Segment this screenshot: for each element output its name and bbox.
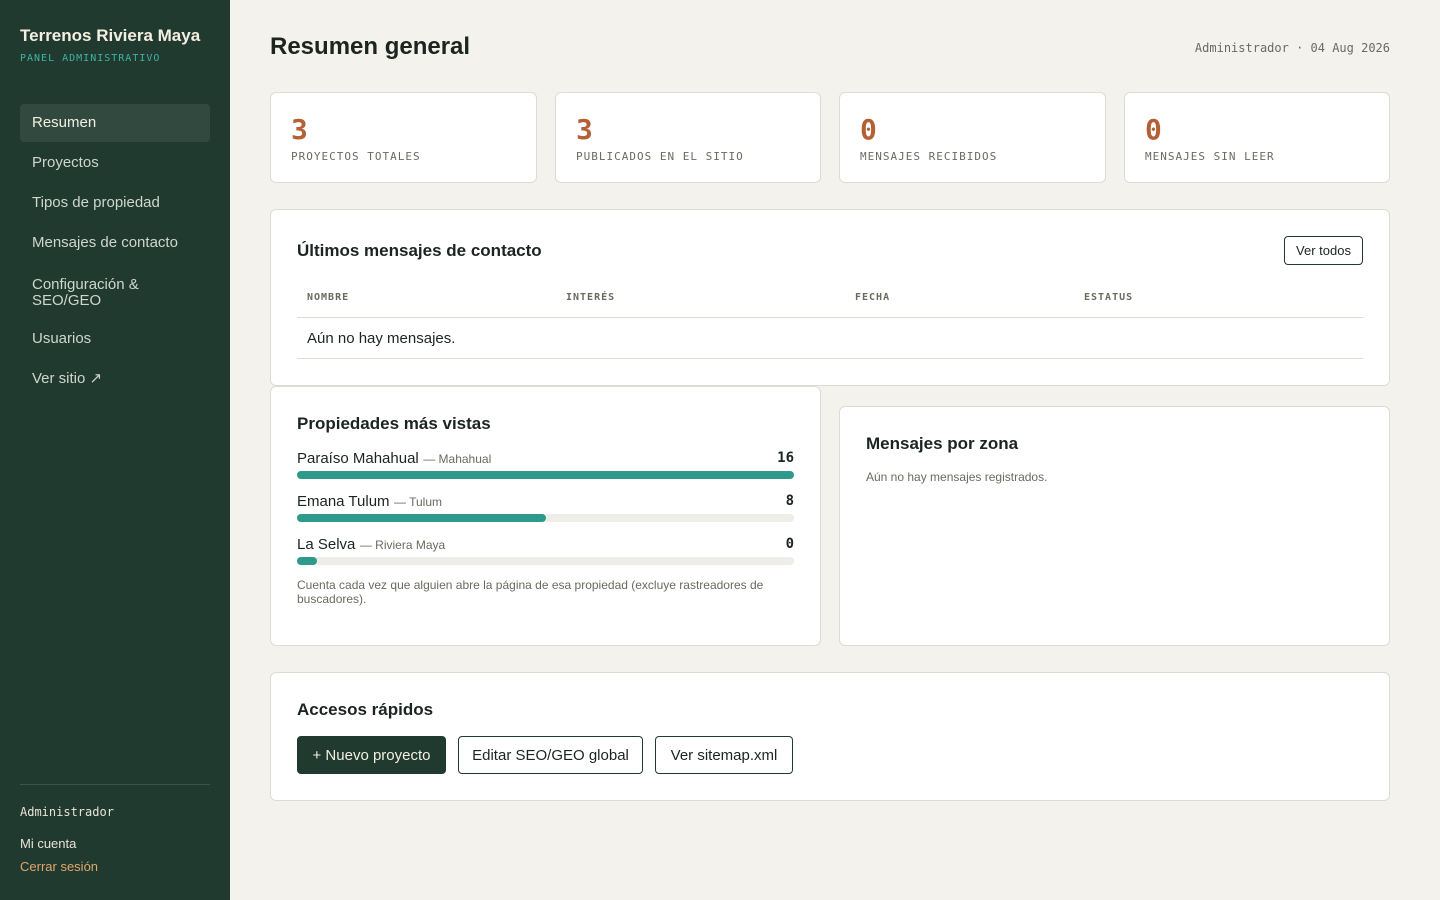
property-name: Emana Tulum	[297, 493, 390, 510]
latest-messages-title: Últimos mensajes de contacto	[297, 241, 542, 260]
brand-title: Terrenos Riviera Maya	[20, 26, 201, 45]
most-viewed-title: Propiedades más vistas	[297, 414, 491, 433]
stat-value: 0	[1145, 113, 1162, 146]
stat-value: 0	[860, 113, 877, 146]
messages-by-zone-title: Mensajes por zona	[866, 434, 1019, 453]
stat-card-publicados: 3 PUBLICADOS EN EL SITIO	[555, 92, 821, 183]
sidebar-item-resumen[interactable]: Resumen	[20, 104, 210, 142]
view-bar-fill	[297, 471, 794, 479]
list-item: Paraíso Mahahual — Mahahual 16	[297, 450, 794, 479]
sidebar-user-name: Administrador	[20, 805, 114, 819]
stat-card-proyectos-totales: 3 PROYECTOS TOTALES	[270, 92, 537, 183]
sidebar-divider	[20, 784, 210, 785]
view-sitemap-button[interactable]: Ver sitemap.xml	[655, 736, 793, 774]
view-all-messages-button[interactable]: Ver todos	[1284, 236, 1363, 265]
stat-label: MENSAJES SIN LEER	[1145, 150, 1275, 163]
quick-access-panel: Accesos rápidos + Nuevo proyecto Editar …	[270, 672, 1390, 801]
sidebar-item-proyectos[interactable]: Proyectos	[20, 144, 210, 182]
messages-empty-state: Aún no hay mensajes.	[297, 318, 1363, 359]
messages-table-header: NOMBRE INTERÉS FECHA ESTATUS	[297, 292, 1363, 318]
property-location: — Mahahual	[423, 452, 492, 466]
stat-value: 3	[291, 113, 308, 146]
edit-seo-geo-button[interactable]: Editar SEO/GEO global	[458, 736, 643, 774]
brand-subtitle: PANEL ADMINISTRATIVO	[20, 53, 161, 64]
sidebar-item-configuracion-seo[interactable]: Configuración & SEO/GEO	[20, 264, 210, 318]
property-location: — Tulum	[394, 495, 443, 509]
view-bar-track	[297, 514, 794, 522]
property-name: Paraíso Mahahual	[297, 450, 419, 467]
stat-card-mensajes-recibidos: 0 MENSAJES RECIBIDOS	[839, 92, 1106, 183]
stat-label: PROYECTOS TOTALES	[291, 150, 421, 163]
view-count: 0	[785, 536, 794, 552]
sidebar-item-mensajes-de-contacto[interactable]: Mensajes de contacto	[20, 224, 210, 262]
stat-value: 3	[576, 113, 593, 146]
brand: Terrenos Riviera Maya PANEL ADMINISTRATI…	[20, 26, 200, 64]
zones-empty-state: Aún no hay mensajes registrados.	[866, 470, 1048, 484]
view-bar-fill	[297, 514, 546, 522]
sidebar-item-ver-sitio[interactable]: Ver sitio ↗	[20, 360, 210, 398]
sidebar-item-usuarios[interactable]: Usuarios	[20, 320, 210, 358]
sidebar-item-tipos-de-propiedad[interactable]: Tipos de propiedad	[20, 184, 210, 222]
view-bar-fill	[297, 557, 317, 565]
header-user-date: Administrador · 04 Aug 2026	[1194, 41, 1390, 55]
column-header-fecha[interactable]: FECHA	[855, 292, 890, 303]
sidebar-item-label: Configuración & SEO/GEO	[32, 276, 139, 309]
stat-card-mensajes-sin-leer: 0 MENSAJES SIN LEER	[1124, 92, 1390, 183]
view-bar-track	[297, 471, 794, 479]
property-location: — Riviera Maya	[359, 538, 446, 552]
view-bar-track	[297, 557, 794, 565]
list-item: La Selva — Riviera Maya 0	[297, 536, 794, 565]
messages-by-zone-panel: Mensajes por zona Aún no hay mensajes re…	[839, 406, 1390, 646]
property-name: La Selva	[297, 536, 356, 553]
page-title: Resumen general	[270, 33, 471, 60]
quick-access-title: Accesos rápidos	[297, 700, 434, 719]
my-account-link[interactable]: Mi cuenta	[20, 836, 76, 851]
column-header-interes[interactable]: INTERÉS	[566, 292, 615, 303]
column-header-estatus[interactable]: ESTATUS	[1084, 292, 1133, 303]
list-item: Emana Tulum — Tulum 8	[297, 493, 794, 522]
column-header-nombre[interactable]: NOMBRE	[307, 292, 349, 303]
most-viewed-panel: Propiedades más vistas Paraíso Mahahual …	[270, 386, 821, 646]
sidebar: Terrenos Riviera Maya PANEL ADMINISTRATI…	[0, 0, 230, 900]
logout-link[interactable]: Cerrar sesión	[20, 859, 98, 874]
stat-label: PUBLICADOS EN EL SITIO	[576, 150, 744, 163]
sidebar-nav: Resumen Proyectos Tipos de propiedad Men…	[20, 104, 210, 400]
view-count: 16	[777, 450, 794, 466]
latest-messages-panel: Últimos mensajes de contacto Ver todos N…	[270, 209, 1390, 386]
views-footnote: Cuenta cada vez que alguien abre la pági…	[297, 578, 764, 606]
view-count: 8	[785, 493, 794, 509]
new-project-button[interactable]: + Nuevo proyecto	[297, 736, 446, 774]
stat-label: MENSAJES RECIBIDOS	[860, 150, 998, 163]
